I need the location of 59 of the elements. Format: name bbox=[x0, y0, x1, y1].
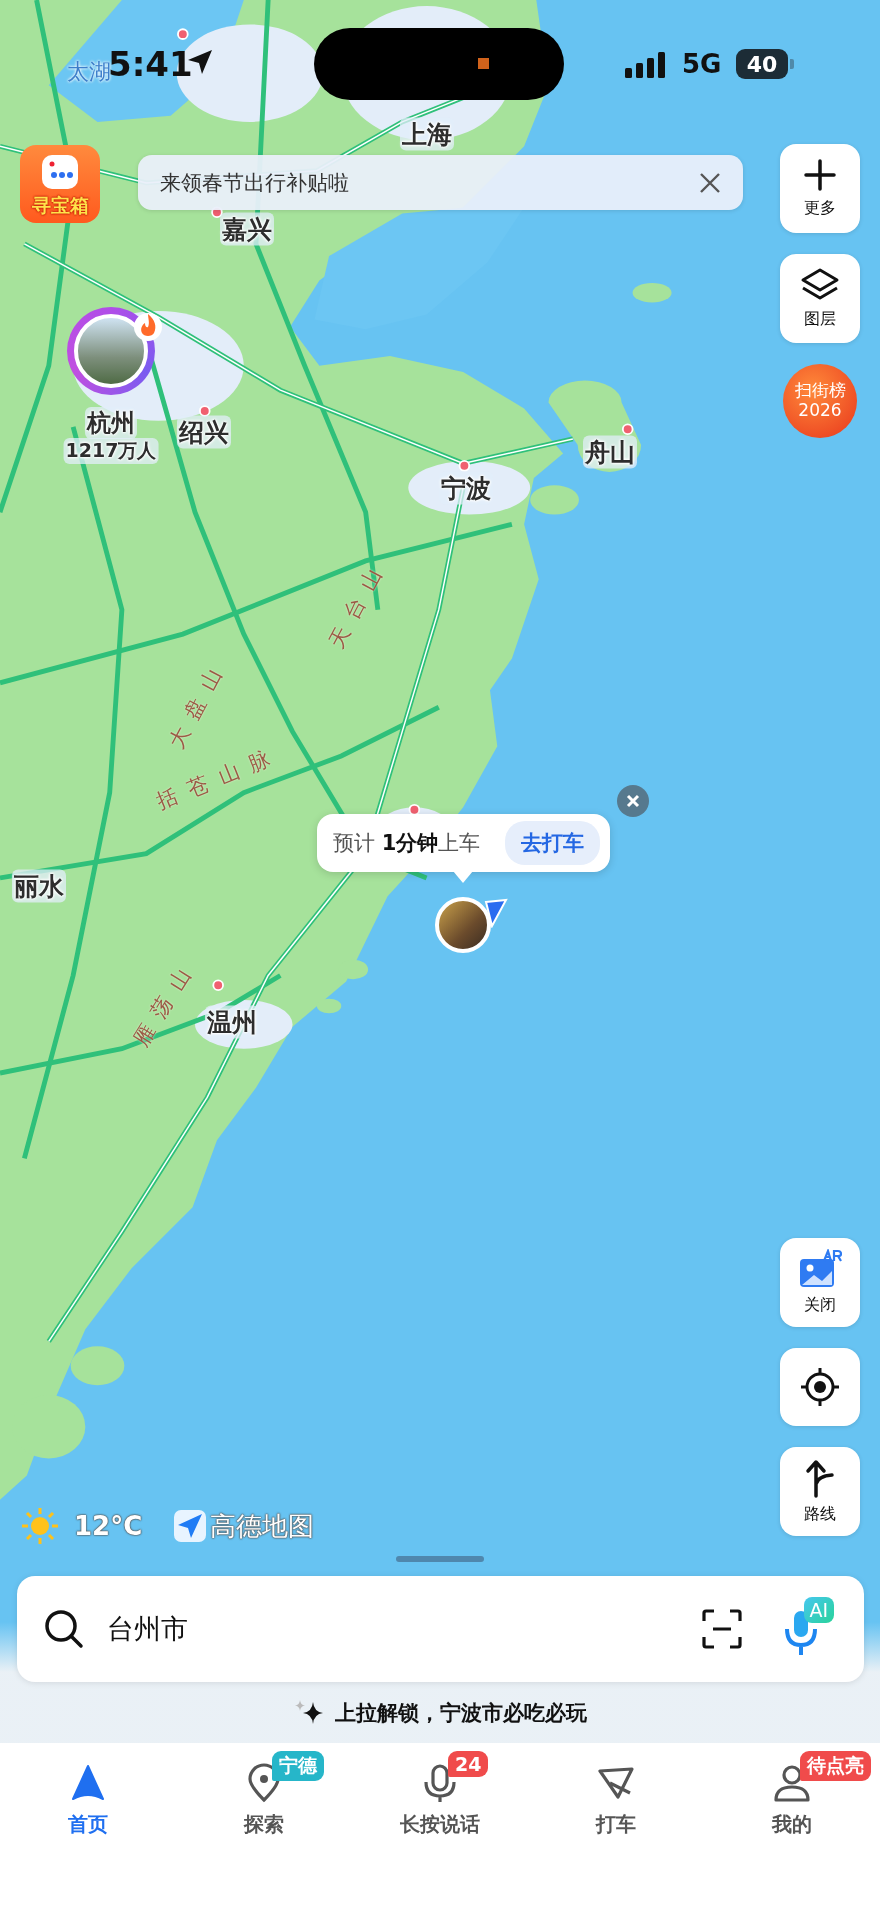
ar-button[interactable]: 关闭 bbox=[780, 1238, 860, 1327]
pull-up-hint: 上拉解锁，宁波市必吃必玩 bbox=[335, 1699, 587, 1727]
city-dot-icon bbox=[198, 405, 211, 417]
tab[interactable]: 24 长按说话 bbox=[352, 1743, 528, 1912]
mountain-label: 天台山 bbox=[323, 552, 393, 654]
close-icon bbox=[626, 794, 640, 808]
battery-level: 40 bbox=[736, 49, 788, 79]
city-label: 嘉兴 bbox=[220, 212, 274, 246]
island-drawing bbox=[316, 998, 342, 1014]
tab[interactable]: 首页 bbox=[0, 1743, 176, 1912]
mountain-label: 大盘山 bbox=[163, 652, 233, 754]
locate-icon bbox=[799, 1366, 841, 1408]
tab-badge: 24 bbox=[448, 1751, 489, 1777]
tab-label: 探索 bbox=[244, 1811, 284, 1838]
tab-badge: 宁德 bbox=[272, 1751, 324, 1781]
lake-label: 太湖 bbox=[67, 59, 111, 86]
heading-arrow-icon bbox=[482, 898, 508, 928]
city-dot-icon bbox=[458, 460, 471, 472]
city-dot-icon bbox=[177, 28, 189, 40]
close-icon[interactable] bbox=[699, 171, 721, 194]
city-label: 绍兴 bbox=[177, 415, 231, 449]
route-button[interactable]: 路线 bbox=[780, 1447, 860, 1536]
search-icon[interactable] bbox=[42, 1608, 85, 1650]
city-dot-icon bbox=[621, 423, 634, 435]
drag-handle[interactable] bbox=[396, 1556, 484, 1562]
promo-banner[interactable]: 来领春节出行补贴啦 bbox=[138, 155, 743, 210]
sun-icon bbox=[20, 1506, 60, 1546]
layers-button[interactable]: 图层 bbox=[780, 254, 860, 343]
pickup-estimate: 预计 1分钟上车 bbox=[333, 830, 481, 857]
signal-icon bbox=[625, 52, 667, 78]
more-button[interactable]: 更多 bbox=[780, 144, 860, 233]
ai-badge: AI bbox=[803, 1597, 835, 1623]
scan-icon[interactable] bbox=[701, 1609, 742, 1649]
banner-text: 来领春节出行补贴啦 bbox=[160, 169, 349, 197]
population-label: 1217万人 bbox=[63, 438, 159, 464]
map-logo-text: 高德地图 bbox=[210, 1509, 315, 1543]
plus-icon bbox=[803, 158, 837, 192]
hail-ride-button[interactable]: 去打车 bbox=[505, 821, 600, 865]
tab-label: 打车 bbox=[596, 1811, 636, 1838]
locate-button[interactable] bbox=[780, 1348, 860, 1426]
paper-plane-logo-icon bbox=[174, 1510, 207, 1542]
ar-image-icon bbox=[798, 1249, 842, 1289]
mountain-label: 雁荡山 bbox=[127, 952, 203, 1052]
tab-badge: 待点亮 bbox=[800, 1751, 871, 1781]
search-field[interactable]: 台州市 bbox=[106, 1611, 702, 1647]
tab-label: 我的 bbox=[772, 1811, 812, 1838]
city-label: 舟山 bbox=[583, 435, 637, 469]
city-dot-icon bbox=[212, 979, 224, 992]
tab[interactable]: 待点亮 我的 bbox=[704, 1743, 880, 1912]
tab[interactable]: 打车 bbox=[528, 1743, 704, 1912]
tab-label: 首页 bbox=[68, 1811, 108, 1838]
city-label: 丽水 bbox=[12, 869, 66, 903]
temperature-text: 12°C bbox=[74, 1511, 143, 1541]
tab-label: 长按说话 bbox=[400, 1811, 480, 1838]
city-label: 上海 bbox=[400, 117, 454, 151]
island-drawing bbox=[70, 1346, 125, 1386]
island-drawing bbox=[632, 282, 672, 303]
tab[interactable]: 宁德 探索 bbox=[176, 1743, 352, 1912]
network-type: 5G bbox=[682, 49, 722, 79]
